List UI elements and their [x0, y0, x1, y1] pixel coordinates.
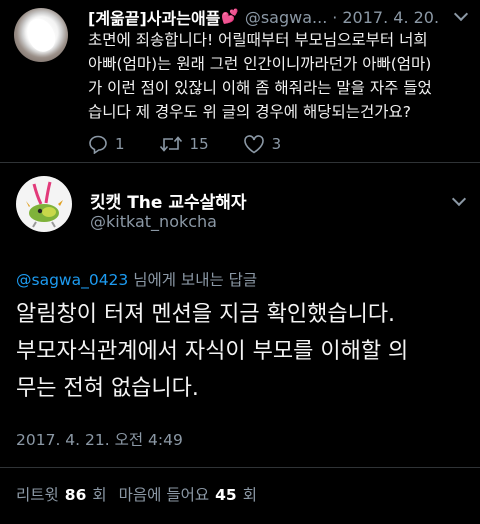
reply-context: @sagwa_0423 님에게 보내는 답글 [16, 268, 257, 290]
reply-icon [89, 135, 107, 154]
likes-count[interactable]: 45 [215, 486, 237, 504]
main-handle[interactable]: @kitkat_nokcha [90, 212, 217, 231]
two-hearts-icon: 💕 [221, 9, 239, 25]
retweet-button[interactable]: 15 [159, 134, 209, 154]
reply-button[interactable]: 1 [88, 134, 125, 154]
main-text-line: 부모자식관계에서 자식이 부모를 이해할 의 [16, 339, 409, 364]
like-count: 3 [271, 135, 282, 153]
reply-context-suffix: 님에게 보내는 답글 [128, 271, 258, 289]
tweet-stats: 리트윗 86 회 마음에 들어요 45 회 [16, 483, 269, 505]
main-tweet-text: 알림창이 터져 멘션을 지금 확인했습니다. 부모자식관계에서 자식이 부모를 … [16, 296, 476, 407]
retweets-label[interactable]: 리트윗 [16, 483, 59, 505]
retweets-unit: 회 [92, 486, 107, 504]
avatar-illustration [26, 181, 63, 228]
parent-tweet-text: 초면에 죄송합니다! 어릴때부터 부모님으로부터 너희 아빠(엄마)는 원래 그… [88, 28, 474, 124]
parent-avatar[interactable] [14, 8, 68, 62]
parent-text-line: 습니다 제 경우도 위 글의 경우에 해당되는건가요? [88, 103, 411, 121]
parent-text-line: 초면에 죄송합니다! 어릴때부터 부모님으로부터 너희 [88, 31, 428, 49]
retweet-count: 15 [189, 135, 209, 153]
retweet-icon [159, 136, 182, 152]
heart-icon [243, 135, 264, 154]
parent-text-line: 가 이런 점이 있잖니 이해 좀 해줘라는 말을 자주 들었 [88, 79, 432, 97]
likes-unit: 회 [242, 486, 257, 504]
like-button[interactable]: 3 [243, 134, 282, 154]
parent-text-line: 아빠(엄마)는 원래 그런 인간이니까라던가 아빠(엄마) [88, 55, 432, 73]
main-avatar[interactable] [16, 176, 72, 232]
parent-handle[interactable]: @sagwa... [245, 8, 327, 27]
parent-actions: 1 15 3 [88, 132, 315, 156]
parent-tweet[interactable]: [계옮끝]사과는애플 💕 @sagwa... · 2017. 4. 20. 초면… [0, 0, 480, 162]
parent-separator: · [332, 7, 338, 27]
chevron-down-icon[interactable] [451, 191, 467, 207]
main-text-line: 무는 전혀 없습니다. [16, 376, 199, 401]
reply-count: 1 [115, 135, 125, 153]
stats-divider [0, 467, 480, 468]
tweet-timestamp[interactable]: 2017. 4. 21. 오전 4:49 [16, 428, 183, 450]
parent-date[interactable]: 2017. 4. 20. [342, 8, 439, 27]
parent-tweet-header: [계옮끝]사과는애플 💕 @sagwa... · 2017. 4. 20. [88, 5, 472, 29]
main-display-name[interactable]: 킷캣 The 교수살해자 [90, 188, 247, 213]
parent-display-name[interactable]: [계옮끝]사과는애플 [88, 5, 220, 29]
retweets-count[interactable]: 86 [65, 486, 87, 504]
likes-label[interactable]: 마음에 들어요 [119, 483, 210, 505]
reply-mention-link[interactable]: @sagwa_0423 [16, 271, 128, 289]
main-text-line: 알림창이 터져 멘션을 지금 확인했습니다. [16, 302, 396, 327]
tweet-divider [0, 162, 480, 163]
